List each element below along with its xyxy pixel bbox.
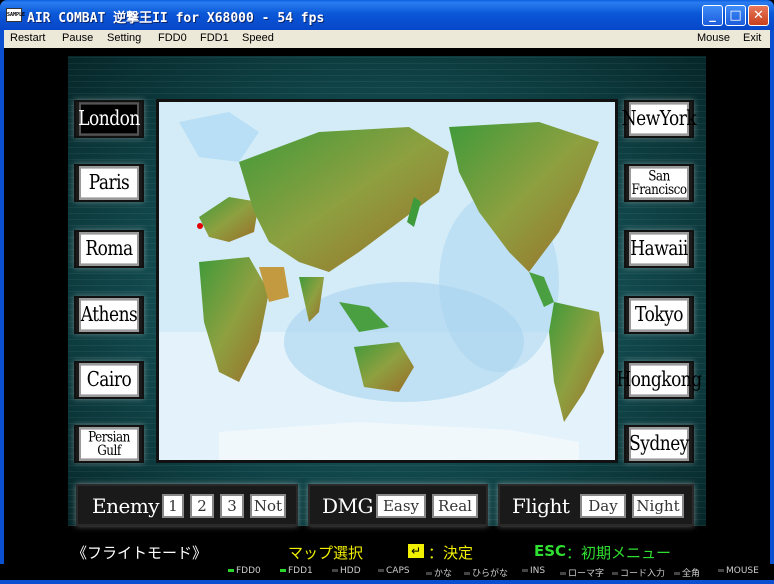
city-label: San Francisco <box>629 166 689 200</box>
status-code-input: コード入力 <box>612 566 665 579</box>
status-caps: CAPS <box>378 566 410 576</box>
menu-bar: Restart Pause Setting FDD0 FDD1 Speed Mo… <box>0 30 774 48</box>
city-button-paris[interactable]: Paris <box>74 164 144 202</box>
menu-restart[interactable]: Restart <box>10 32 45 44</box>
city-label: Persian Gulf <box>79 427 139 461</box>
enemy-label: Enemy <box>92 494 160 518</box>
esc-menu-hint: ：初期メニュー <box>566 544 672 562</box>
city-button-newyork[interactable]: NewYork <box>622 100 697 138</box>
enemy-not-button[interactable]: Not <box>250 494 286 518</box>
app-icon: SAMPLE <box>6 8 25 22</box>
city-button-san-francisco[interactable]: San Francisco <box>624 164 694 202</box>
menu-speed[interactable]: Speed <box>242 32 274 44</box>
game-screen[interactable]: London Paris Roma Athens Cairo Persian G… <box>4 48 770 564</box>
status-mouse: MOUSE <box>718 566 759 576</box>
mode-label: 《フライトモード》 <box>72 544 208 562</box>
window-border-bottom <box>0 580 774 584</box>
kana-led-icon <box>426 572 432 575</box>
enter-key-icon: ↵ <box>408 544 425 558</box>
city-label: Sydney <box>629 427 689 461</box>
menu-exit[interactable]: Exit <box>743 32 761 44</box>
flight-day-button[interactable]: Day <box>580 494 626 518</box>
world-map[interactable] <box>156 99 618 463</box>
city-button-tokyo[interactable]: Tokyo <box>624 296 694 334</box>
close-button[interactable]: ✕ <box>748 5 769 26</box>
status-hiragana: ひらがな <box>464 566 508 579</box>
code-input-led-icon <box>612 572 618 575</box>
flight-option-group: Flight Day Night <box>498 484 694 526</box>
title-bar: SAMPLE AIR COMBAT 逆撃王II for X68000 - 54 … <box>0 0 774 30</box>
menu-fdd0[interactable]: FDD0 <box>158 32 187 44</box>
enemy-1-button[interactable]: 1 <box>162 494 184 518</box>
world-map-graphic <box>159 102 615 460</box>
city-label: Hongkong <box>616 363 702 397</box>
menu-fdd1[interactable]: FDD1 <box>200 32 229 44</box>
ins-led-icon <box>522 569 528 572</box>
city-label: Hawaii <box>629 232 689 266</box>
minimize-button[interactable]: _ <box>702 5 723 26</box>
enter-confirm-hint: ：決定 <box>428 544 474 562</box>
map-select-hint: マップ選択 <box>288 544 364 562</box>
city-label: London <box>78 102 140 136</box>
status-fdd0: FDD0 <box>228 566 261 576</box>
menu-mouse[interactable]: Mouse <box>697 32 730 44</box>
city-button-hawaii[interactable]: Hawaii <box>624 230 694 268</box>
city-label: Roma <box>79 232 139 266</box>
zenkaku-led-icon <box>674 572 680 575</box>
city-button-hongkong[interactable]: Hongkong <box>616 361 702 399</box>
window-title: AIR COMBAT 逆撃王II for X68000 - 54 fps <box>27 11 325 26</box>
esc-key-label: ESC <box>534 542 567 560</box>
mouse-led-icon <box>718 569 724 572</box>
dmg-option-group: DMG Easy Real <box>308 484 488 526</box>
city-label: NewYork <box>622 102 697 136</box>
status-hdd: HDD <box>332 566 361 576</box>
caps-led-icon <box>378 569 384 572</box>
status-romaji: ローマ字 <box>560 566 604 579</box>
dmg-easy-button[interactable]: Easy <box>376 494 426 518</box>
status-kana: かな <box>426 566 452 579</box>
fdd0-led-icon <box>228 569 234 572</box>
dmg-label: DMG <box>322 494 374 518</box>
city-button-london[interactable]: London <box>74 100 144 138</box>
hiragana-led-icon <box>464 572 470 575</box>
enemy-option-group: Enemy 1 2 3 Not <box>76 484 298 526</box>
status-ins: INS <box>522 566 545 576</box>
menu-pause[interactable]: Pause <box>62 32 93 44</box>
city-label: Tokyo <box>629 298 689 332</box>
city-button-persian-gulf[interactable]: Persian Gulf <box>74 425 144 463</box>
city-button-sydney[interactable]: Sydney <box>624 425 694 463</box>
enemy-3-button[interactable]: 3 <box>220 494 244 518</box>
dmg-real-button[interactable]: Real <box>432 494 478 518</box>
hdd-led-icon <box>332 569 338 572</box>
status-bar: FDD0 FDD1 HDD CAPS かな ひらがな INS ローマ字 コード入… <box>4 564 770 580</box>
city-label: Cairo <box>79 363 139 397</box>
menu-setting[interactable]: Setting <box>107 32 141 44</box>
city-button-roma[interactable]: Roma <box>74 230 144 268</box>
city-label: Paris <box>79 166 139 200</box>
status-zenkaku: 全角 <box>674 566 700 579</box>
maximize-button[interactable]: □ <box>725 5 746 26</box>
status-fdd1: FDD1 <box>280 566 313 576</box>
selected-city-marker <box>197 223 203 229</box>
romaji-led-icon <box>560 572 566 575</box>
flight-label: Flight <box>512 494 570 518</box>
fdd1-led-icon <box>280 569 286 572</box>
window-border-right <box>770 48 774 564</box>
flight-night-button[interactable]: Night <box>632 494 684 518</box>
city-button-athens[interactable]: Athens <box>74 296 144 334</box>
city-button-cairo[interactable]: Cairo <box>74 361 144 399</box>
city-label: Athens <box>79 298 139 332</box>
enemy-2-button[interactable]: 2 <box>190 494 214 518</box>
